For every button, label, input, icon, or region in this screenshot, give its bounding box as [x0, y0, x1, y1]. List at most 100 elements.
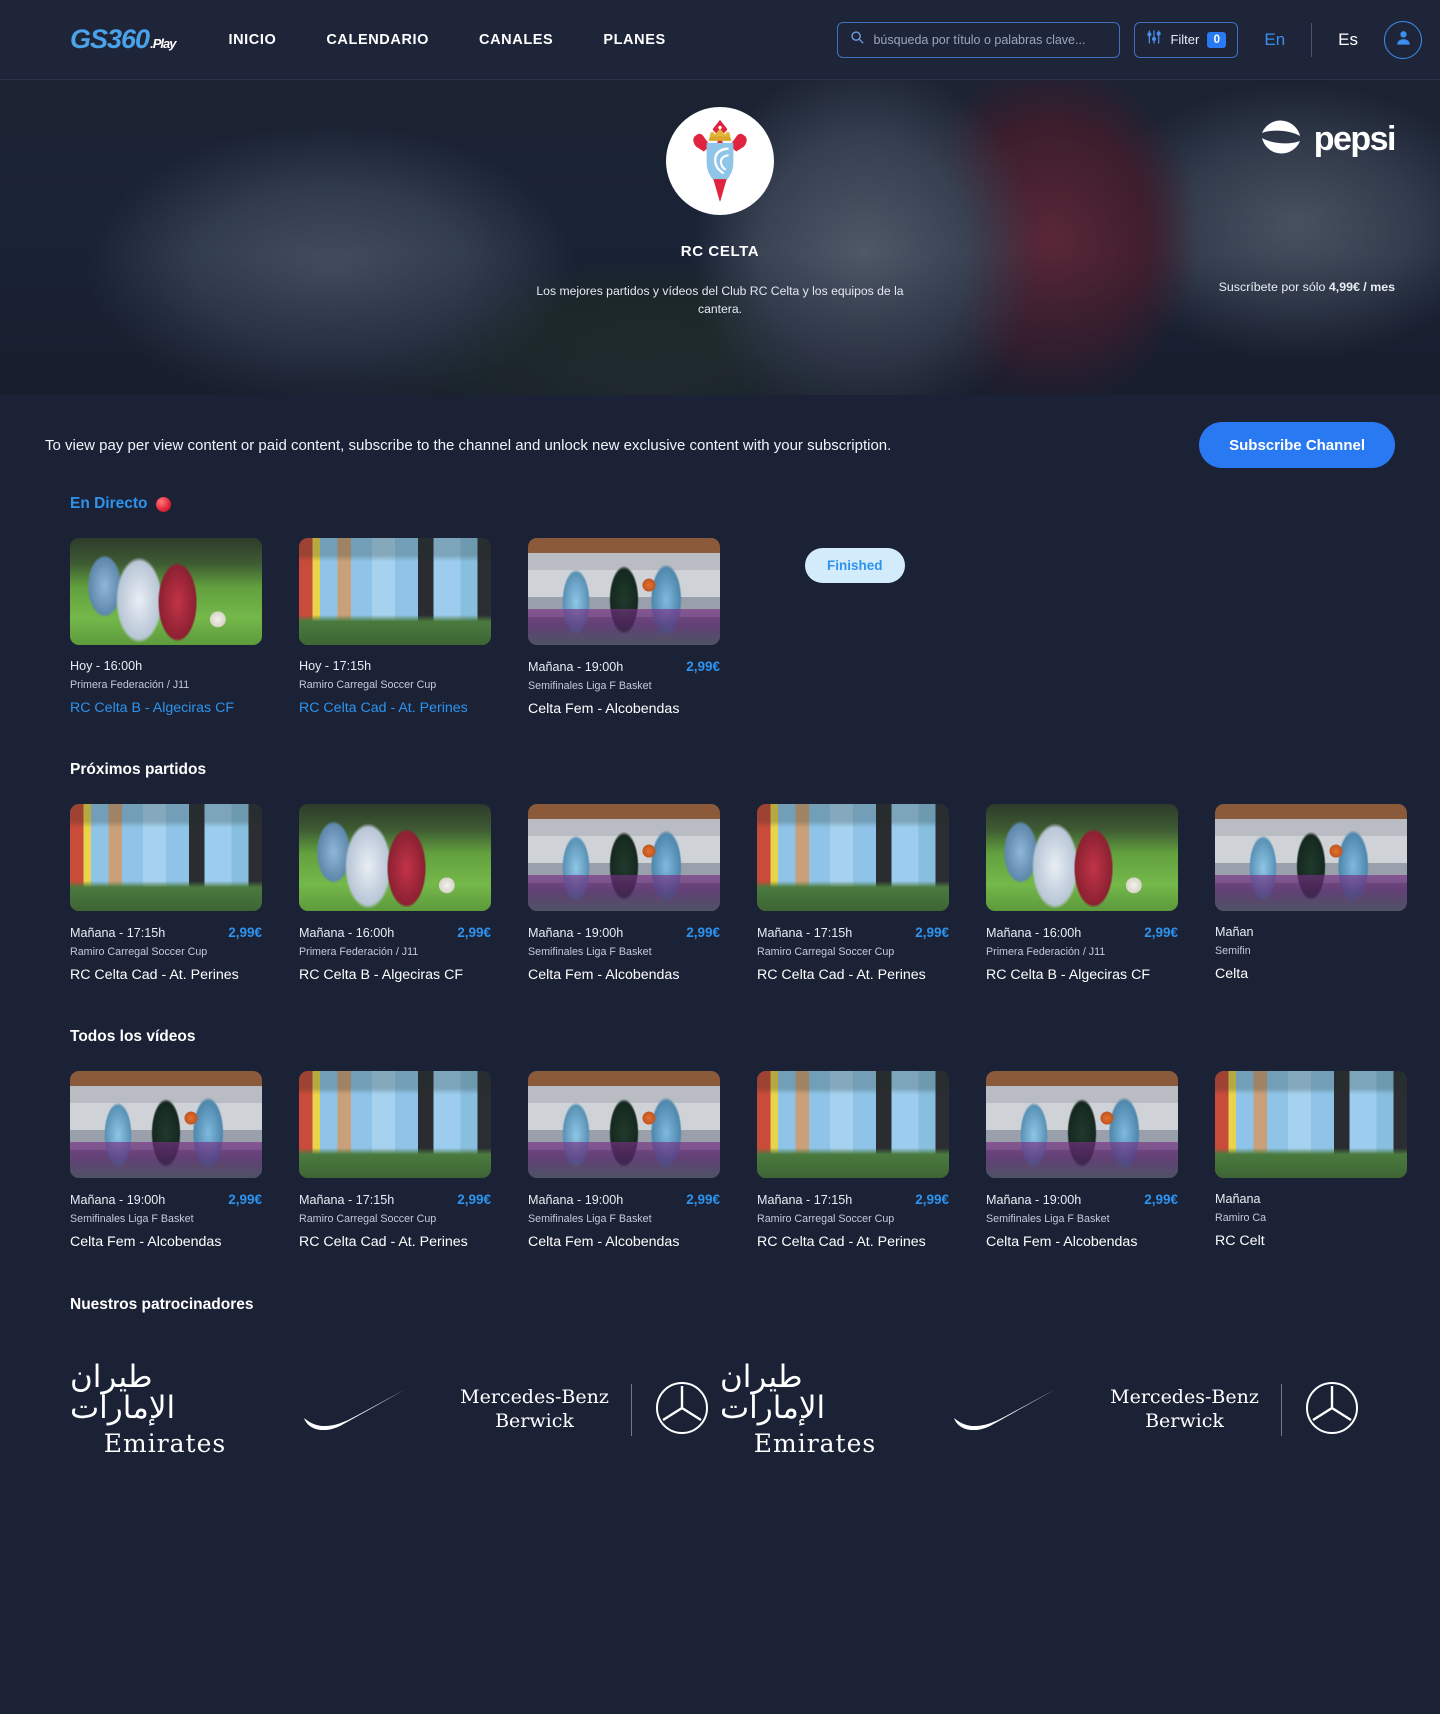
status-badge-finished[interactable]: Finished [805, 548, 905, 583]
card-competition: Ramiro Carregal Soccer Cup [757, 1213, 895, 1225]
card-meta-row: Mañana [1215, 1192, 1407, 1206]
card-title[interactable]: Celta Fem - Alcobendas [528, 1234, 720, 1250]
video-card[interactable]: Mañana - 16:00h 2,99€ Primera Federación /… [986, 804, 1178, 983]
account-avatar-button[interactable] [1384, 20, 1422, 59]
thumbnail-image [70, 804, 262, 911]
hero-sponsor-pepsi: pepsi [1257, 113, 1397, 166]
logo-play-text: .Play [150, 36, 176, 51]
card-title[interactable]: RC Celta Cad - At. Perines [299, 1234, 491, 1250]
video-thumbnail[interactable] [757, 804, 949, 911]
card-title[interactable]: RC Celta B - Algeciras CF [70, 700, 262, 716]
card-title[interactable]: Celta Fem - Alcobendas [528, 701, 720, 717]
section-title-sponsors: Nuestros patrocinadores [70, 1296, 254, 1313]
video-thumbnail[interactable] [1215, 804, 1407, 911]
card-competition: Semifinales Liga F Basket [528, 680, 652, 692]
hero-subscribe-price: Suscríbete por sólo 4,99€ / mes [1219, 280, 1395, 294]
nav-item-planes[interactable]: PLANES [603, 32, 665, 48]
video-thumbnail[interactable] [70, 1071, 262, 1178]
filter-button[interactable]: Filter 0 [1134, 21, 1239, 58]
video-thumbnail[interactable] [299, 1071, 491, 1178]
card-competition: Semifinales Liga F Basket [70, 1213, 194, 1225]
subscribe-channel-button[interactable]: Subscribe Channel [1199, 422, 1395, 468]
emirates-arabic-text: طيران الإمارات [720, 1359, 826, 1426]
card-meta-row: Hoy - 17:15h [299, 659, 491, 673]
filter-count-badge: 0 [1207, 31, 1227, 48]
card-title[interactable]: RC Celta Cad - At. Perines [757, 1234, 949, 1250]
video-thumbnail[interactable] [70, 538, 262, 645]
video-thumbnail[interactable] [299, 538, 491, 645]
video-thumbnail[interactable] [299, 804, 491, 911]
card-time: Hoy - 17:15h [299, 659, 372, 673]
lang-switch-es[interactable]: Es [1326, 30, 1370, 50]
video-thumbnail[interactable] [986, 1071, 1178, 1178]
subscribe-banner-text: To view pay per view content or paid con… [45, 436, 892, 454]
video-thumbnail[interactable] [528, 1071, 720, 1178]
video-card[interactable]: Mañan Semifin Celta [1215, 804, 1407, 983]
thumbnail-image [1215, 804, 1407, 911]
video-card[interactable]: Mañana - 17:15h 2,99€ Ramiro Carregal Socc… [757, 1071, 949, 1250]
section-title-upcoming: Próximos partidos [70, 761, 207, 778]
lang-switch-en[interactable]: En [1252, 30, 1297, 50]
video-card[interactable]: Mañana - 19:00h 2,99€ Semifinales Liga F B… [70, 1071, 262, 1250]
video-card[interactable]: Mañana - 19:00h 2,99€ Semifinales Liga F B… [528, 804, 720, 983]
card-competition: Primera Federación / J11 [70, 679, 190, 691]
video-thumbnail[interactable] [70, 804, 262, 911]
search-input[interactable] [873, 32, 1108, 47]
section-live-label: En Directo [70, 495, 148, 512]
search-box[interactable] [837, 21, 1121, 58]
video-card[interactable]: Mañana - 19:00h 2,99€ Semifinales Liga F B… [528, 1071, 720, 1250]
site-logo[interactable]: GS 360 .Play [70, 24, 176, 55]
card-price: 2,99€ [1144, 925, 1178, 940]
card-title[interactable]: RC Celta Cad - At. Perines [299, 700, 491, 716]
video-card[interactable]: Mañana - 17:15h 2,99€ Ramiro Carregal Socc… [757, 804, 949, 983]
video-card[interactable]: Mañana - 19:00h 2,99€ Semifinales Liga F B… [986, 1071, 1178, 1250]
main-nav: INICIO CALENDARIO CANALES PLANES [228, 32, 665, 48]
card-title[interactable]: RC Celta Cad - At. Perines [757, 967, 949, 983]
card-competition: Ramiro Ca [1215, 1212, 1267, 1224]
sponsor-logo-mercedes-benz: Mercedes-Benz Berwick [450, 1380, 720, 1441]
video-card[interactable]: Mañana - 17:15h 2,99€ Ramiro Carregal Socc… [299, 1071, 491, 1250]
card-title[interactable]: RC Celta Cad - At. Perines [70, 967, 262, 983]
video-thumbnail[interactable] [757, 1071, 949, 1178]
subscribe-banner: To view pay per view content or paid con… [0, 395, 1440, 495]
thumbnail-image [528, 1071, 720, 1178]
card-time: Mañana [1215, 1192, 1261, 1206]
card-competition: Ramiro Carregal Soccer Cup [70, 946, 208, 958]
sponsor-divider [1280, 1384, 1282, 1436]
video-card[interactable]: Hoy - 17:15h Ramiro Carregal Soccer Cup RC… [299, 538, 491, 717]
card-title[interactable]: RC Celta B - Algeciras CF [986, 967, 1178, 983]
subscribe-price-value: 4,99€ / mes [1328, 280, 1395, 294]
card-title[interactable]: Celta Fem - Alcobendas [986, 1234, 1178, 1250]
video-thumbnail[interactable] [986, 804, 1178, 911]
card-time: Mañana - 19:00h [528, 659, 624, 674]
card-title[interactable]: Celta Fem - Alcobendas [528, 967, 720, 983]
card-title[interactable]: RC Celt [1215, 1233, 1407, 1249]
user-icon [1394, 28, 1413, 52]
logo-gs-text: GS [70, 24, 108, 54]
sponsor-logo-nike [910, 1386, 1100, 1435]
card-time: Mañana - 19:00h [528, 925, 624, 940]
content-area: En Directo Hoy - 16:00h Primera Federació… [0, 495, 1440, 1314]
card-competition: Semifinales Liga F Basket [528, 1213, 652, 1225]
videos-cards-row: Mañana - 19:00h 2,99€ Semifinales Liga F B… [70, 1071, 1440, 1250]
video-card[interactable]: Mañana - 17:15h 2,99€ Ramiro Carregal Socc… [70, 804, 262, 983]
mercedes-line2: Berwick [1145, 1410, 1224, 1432]
video-thumbnail[interactable] [528, 538, 720, 645]
card-time: Mañana - 17:15h [757, 925, 853, 940]
card-title[interactable]: RC Celta B - Algeciras CF [299, 967, 491, 983]
card-price: 2,99€ [1144, 1192, 1178, 1207]
top-header: GS 360 .Play INICIO CALENDARIO CANALES PLA… [0, 0, 1440, 80]
video-thumbnail[interactable] [528, 804, 720, 911]
card-meta-row: Mañana - 16:00h 2,99€ [986, 925, 1178, 940]
card-competition: Primera Federación / J11 [986, 946, 1106, 958]
video-card[interactable]: Hoy - 16:00h Primera Federación / J11 RC C… [70, 538, 262, 717]
video-card[interactable]: Mañana - 16:00h 2,99€ Primera Federación /… [299, 804, 491, 983]
video-thumbnail[interactable] [1215, 1071, 1407, 1178]
nav-item-inicio[interactable]: INICIO [228, 32, 276, 48]
card-title[interactable]: Celta Fem - Alcobendas [70, 1234, 262, 1250]
nav-item-calendario[interactable]: CALENDARIO [326, 32, 429, 48]
nav-item-canales[interactable]: CANALES [479, 32, 553, 48]
card-title[interactable]: Celta [1215, 966, 1407, 982]
video-card[interactable]: Mañana - 19:00h 2,99€ Semifinales Liga F B… [528, 538, 720, 717]
video-card[interactable]: Mañana Ramiro Ca RC Celt [1215, 1071, 1407, 1250]
